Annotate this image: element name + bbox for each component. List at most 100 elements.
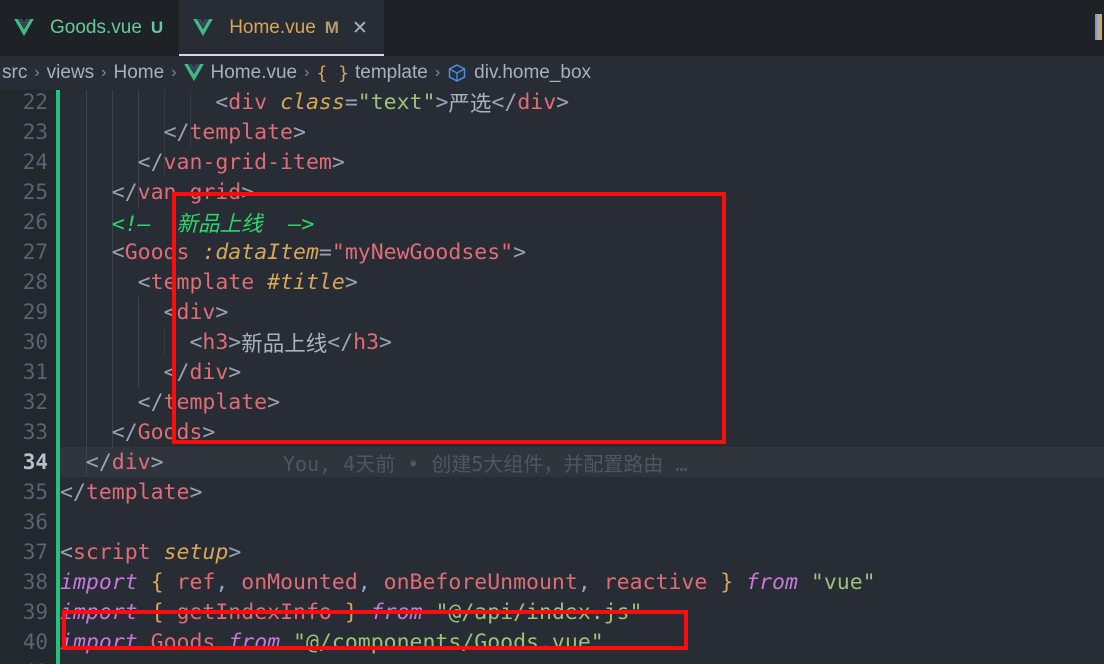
code-line[interactable]: 36 (0, 507, 1104, 537)
line-number: 31 (22, 360, 48, 384)
tab-status-badge: M (324, 18, 339, 37)
code-token: { (150, 569, 164, 595)
code-line[interactable]: 39 import { getIndexInfo } from "@/api/in… (0, 597, 1104, 627)
code-line-content[interactable]: < Goods :dataItem = "myNewGoodses" > (60, 237, 526, 267)
code-line-content[interactable]: <!— 新品上线 —> (60, 207, 315, 237)
code-token: Goods (150, 629, 216, 655)
code-line[interactable]: 24 </van-grid-item > (0, 147, 1104, 177)
line-number: 30 (22, 330, 48, 354)
code-token: > (228, 359, 242, 385)
code-line-content[interactable]: </template > (60, 477, 202, 507)
breadcrumb: src › views › Home › Home.vue › { } temp… (0, 56, 1104, 90)
code-line[interactable]: 30 < h3 > 新品上线 </h3 > (0, 327, 1104, 357)
chevron-right-icon: › (101, 64, 107, 81)
code-line[interactable]: 31 </div > (0, 357, 1104, 387)
line-number: 41 (0, 660, 48, 664)
code-line[interactable]: 35 </template > (0, 477, 1104, 507)
cube-icon (447, 63, 467, 83)
code-line-content[interactable]: < h3 > 新品上线 </h3 > (60, 327, 392, 357)
code-line[interactable]: 41 (0, 657, 1104, 664)
breadcrumb-item-views[interactable]: views (47, 62, 95, 84)
git-blame-annotation[interactable]: You, 4天前 • 创建5大组件，并配置路由 … (283, 447, 688, 477)
line-number: 25 (22, 180, 48, 204)
code-line-content[interactable]: </Goods > (60, 417, 216, 447)
breadcrumb-item-home-vue[interactable]: Home.vue (211, 62, 298, 84)
code-token: div (189, 359, 229, 385)
code-line[interactable]: 27 < Goods :dataItem = "myNewGoodses" > (0, 237, 1104, 267)
code-line-content[interactable]: </van-grid > (60, 177, 254, 207)
breadcrumb-item-div-home-box[interactable]: div.home_box (474, 62, 591, 84)
breadcrumb-item-src[interactable]: src (2, 62, 27, 84)
code-token: </ (163, 359, 190, 385)
breadcrumb-item-template[interactable]: template (355, 62, 428, 84)
code-token: onBeforeUnmount (383, 569, 578, 595)
code-line-content[interactable]: </van-grid-item > (60, 147, 345, 177)
code-token: > (513, 239, 527, 265)
code-token: < (111, 239, 125, 265)
code-line[interactable]: 22 < div class = "text" > 严选 </div > (0, 90, 1104, 117)
code-token: getIndexInfo (176, 599, 332, 625)
code-token: template (189, 119, 294, 145)
code-line-content[interactable]: </div > (60, 357, 242, 387)
line-number: 28 (22, 270, 48, 294)
code-line[interactable]: 40 import Goods from "@/components/Goods.… (0, 627, 1104, 657)
code-line-content[interactable]: < template #title > (60, 267, 358, 297)
editor-tab-overflow-edge[interactable] (1095, 0, 1104, 56)
chevron-right-icon: › (304, 64, 310, 81)
breadcrumb-item-home[interactable]: Home (114, 62, 165, 84)
code-line-content[interactable]: import { getIndexInfo } from "@/api/inde… (60, 597, 643, 627)
code-line[interactable]: 33 </Goods > (0, 417, 1104, 447)
close-icon[interactable]: ✕ (352, 19, 368, 38)
code-token: > (202, 419, 216, 445)
code-line[interactable]: 38 import { ref, onMounted, onBeforeUnmou… (0, 567, 1104, 597)
code-line-content[interactable]: </div > (60, 447, 164, 477)
code-line[interactable]: 32 </template > (0, 387, 1104, 417)
tab-home-vue[interactable]: Home.vue M ✕ (179, 0, 384, 56)
code-line[interactable]: 23 </template > (0, 117, 1104, 147)
line-number: 37 (22, 540, 48, 564)
code-line[interactable]: 26 <!— 新品上线 —> (0, 207, 1104, 237)
code-token: van-grid-item (163, 149, 332, 175)
code-line-content[interactable]: </template > (60, 117, 306, 147)
code-token: import (60, 569, 138, 595)
code-line[interactable]: 25 </van-grid > (0, 177, 1104, 207)
code-token: Goods (124, 239, 190, 265)
code-line-content[interactable]: < div class = "text" > 严选 </div > (60, 90, 569, 117)
code-token: Goods (137, 419, 203, 445)
code-token: "@/api/index.js" (435, 599, 643, 625)
code-line[interactable]: 29 < div > (0, 297, 1104, 327)
code-line[interactable]: 37 < script setup > (0, 537, 1104, 567)
line-number: 24 (22, 150, 48, 174)
vscode-window: Goods.vue U Home.vue M ✕ src › views › H… (0, 0, 1104, 664)
tab-goods-vue[interactable]: Goods.vue U (0, 0, 180, 56)
code-token: </ (137, 389, 164, 415)
code-token: = (344, 90, 358, 115)
code-token: < (189, 329, 203, 355)
code-line-content[interactable]: < div > (60, 297, 229, 327)
code-token: div (111, 449, 151, 475)
code-line[interactable]: 34 </div > You, 4天前 • 创建5大组件，并配置路由 … (0, 447, 1104, 477)
code-token: </ (85, 449, 112, 475)
code-editor[interactable]: 22 < div class = "text" > 严选 </div >23 </templa… (0, 90, 1104, 664)
code-line-content[interactable]: </template > (60, 387, 280, 417)
code-line-content[interactable]: import Goods from "@/components/Goods.vu… (60, 627, 604, 657)
editor-tab-bar: Goods.vue U Home.vue M ✕ (0, 0, 1104, 56)
code-line-content[interactable]: import { ref, onMounted, onBeforeUnmount… (60, 567, 876, 597)
code-token: { (150, 599, 164, 625)
code-line[interactable]: 28 < template #title > (0, 267, 1104, 297)
code-line-content[interactable]: < script setup > (60, 537, 241, 567)
